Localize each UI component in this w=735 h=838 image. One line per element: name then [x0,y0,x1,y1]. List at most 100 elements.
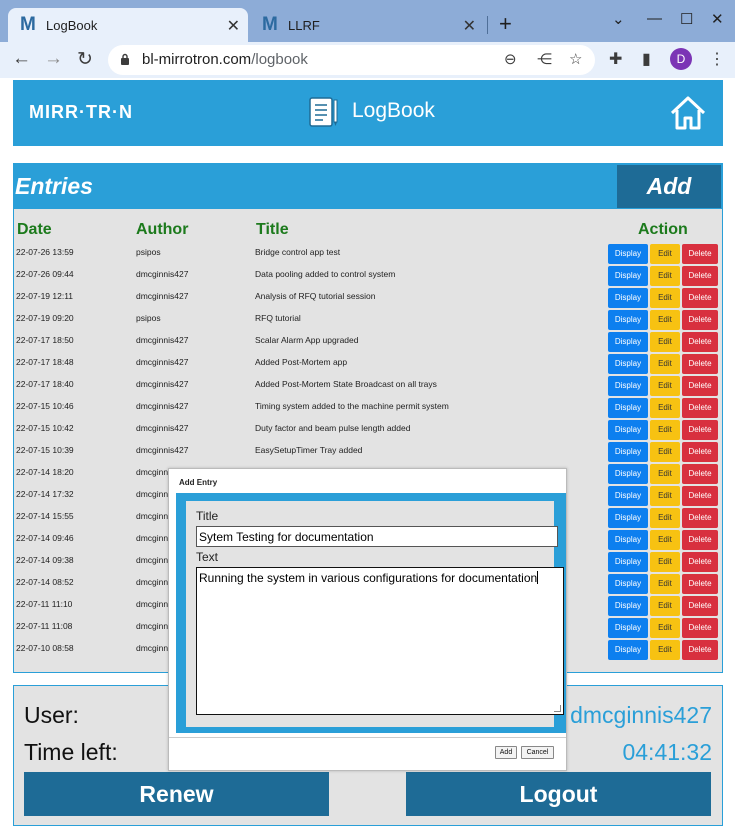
tab-llrf[interactable]: M LLRF ✕ [252,8,484,42]
entry-date: 22-07-17 18:40 [16,379,74,389]
edit-button[interactable]: Edit [650,618,680,638]
logout-button[interactable]: Logout [406,772,711,816]
delete-button[interactable]: Delete [682,596,718,616]
display-button[interactable]: Display [608,398,648,418]
dialog-cancel-button[interactable]: Cancel [521,746,554,759]
display-button[interactable]: Display [608,442,648,462]
display-button[interactable]: Display [608,618,648,638]
delete-button[interactable]: Delete [682,310,718,330]
home-icon[interactable] [668,93,708,133]
resize-handle-icon[interactable] [554,705,561,712]
delete-button[interactable]: Delete [682,332,718,352]
entry-author: dmcginnis427 [136,269,189,279]
window-close-icon[interactable]: ✕ [711,10,724,28]
display-button[interactable]: Display [608,376,648,396]
time-left-label: Time left: [24,739,118,765]
delete-button[interactable]: Delete [682,266,718,286]
edit-button[interactable]: Edit [650,574,680,594]
display-button[interactable]: Display [608,640,648,660]
menu-icon[interactable]: ⋮ [709,49,725,69]
back-icon[interactable]: ← [12,48,31,70]
edit-button[interactable]: Edit [650,442,680,462]
edit-button[interactable]: Edit [650,266,680,286]
display-button[interactable]: Display [608,508,648,528]
entry-author: dmcginnis427 [136,445,189,455]
entry-date: 22-07-19 12:11 [16,291,74,301]
entry-date: 22-07-26 09:44 [16,269,74,279]
entry-title: Duty factor and beam pulse length added [255,423,411,433]
delete-button[interactable]: Delete [682,486,718,506]
display-button[interactable]: Display [608,464,648,484]
forward-icon[interactable]: → [44,48,63,70]
entry-author: dmcginnis427 [136,379,189,389]
minimize-icon[interactable]: — [647,10,662,27]
edit-button[interactable]: Edit [650,640,680,660]
delete-button[interactable]: Delete [682,618,718,638]
edit-button[interactable]: Edit [650,530,680,550]
maximize-icon[interactable]: ☐ [680,10,693,28]
delete-button[interactable]: Delete [682,552,718,572]
zoom-icon[interactable]: ⊖ [504,50,517,68]
edit-button[interactable]: Edit [650,596,680,616]
edit-button[interactable]: Edit [650,288,680,308]
entry-author: dmcginnis427 [136,357,189,367]
renew-button[interactable]: Renew [24,772,329,816]
edit-button[interactable]: Edit [650,420,680,440]
add-entry-button[interactable]: Add [617,165,721,208]
display-button[interactable]: Display [608,244,648,264]
delete-button[interactable]: Delete [682,244,718,264]
profile-avatar[interactable]: D [670,48,692,70]
display-button[interactable]: Display [608,552,648,572]
table-row: 22-07-19 12:11 dmcginnis427 Analysis of RF… [14,286,722,308]
title-input[interactable]: Sytem Testing for documentation [196,526,558,547]
chevron-down-icon[interactable]: ⌄ [612,10,625,28]
display-button[interactable]: Display [608,288,648,308]
delete-button[interactable]: Delete [682,442,718,462]
delete-button[interactable]: Delete [682,640,718,660]
dialog-add-button[interactable]: Add [495,746,517,759]
edit-button[interactable]: Edit [650,486,680,506]
close-icon[interactable]: ✕ [227,16,240,36]
close-icon[interactable]: ✕ [463,16,476,36]
display-button[interactable]: Display [608,354,648,374]
edit-button[interactable]: Edit [650,310,680,330]
tab-logbook[interactable]: M LogBook ✕ [8,8,248,42]
table-row: 22-07-17 18:50 dmcginnis427 Scalar Alarm A… [14,330,722,352]
delete-button[interactable]: Delete [682,354,718,374]
share-icon[interactable]: ⋲ [537,50,552,68]
browser-tab-strip: M LogBook ✕ M LLRF ✕ + ⌄ — ☐ ✕ [0,0,735,42]
delete-button[interactable]: Delete [682,530,718,550]
extensions-icon[interactable]: ✚ [609,49,622,69]
delete-button[interactable]: Delete [682,574,718,594]
edit-button[interactable]: Edit [650,552,680,572]
display-button[interactable]: Display [608,574,648,594]
display-button[interactable]: Display [608,596,648,616]
display-button[interactable]: Display [608,332,648,352]
reload-icon[interactable]: ↻ [77,48,93,71]
address-bar[interactable]: bl-mirrotron.com/logbook ⊖ ⋲ ☆ [108,45,595,75]
text-textarea[interactable]: Running the system in various configurat… [196,567,564,715]
delete-button[interactable]: Delete [682,398,718,418]
entry-date: 22-07-14 17:32 [16,489,74,499]
display-button[interactable]: Display [608,530,648,550]
edit-button[interactable]: Edit [650,244,680,264]
display-button[interactable]: Display [608,310,648,330]
delete-button[interactable]: Delete [682,464,718,484]
delete-button[interactable]: Delete [682,420,718,440]
display-button[interactable]: Display [608,420,648,440]
delete-button[interactable]: Delete [682,376,718,396]
star-icon[interactable]: ☆ [569,50,582,68]
edit-button[interactable]: Edit [650,376,680,396]
entry-date: 22-07-14 15:55 [16,511,74,521]
edit-button[interactable]: Edit [650,508,680,528]
delete-button[interactable]: Delete [682,288,718,308]
new-tab-icon[interactable]: + [499,11,512,37]
display-button[interactable]: Display [608,486,648,506]
edit-button[interactable]: Edit [650,398,680,418]
edit-button[interactable]: Edit [650,332,680,352]
edit-button[interactable]: Edit [650,464,680,484]
side-panel-icon[interactable]: ▮ [642,49,651,69]
delete-button[interactable]: Delete [682,508,718,528]
display-button[interactable]: Display [608,266,648,286]
edit-button[interactable]: Edit [650,354,680,374]
